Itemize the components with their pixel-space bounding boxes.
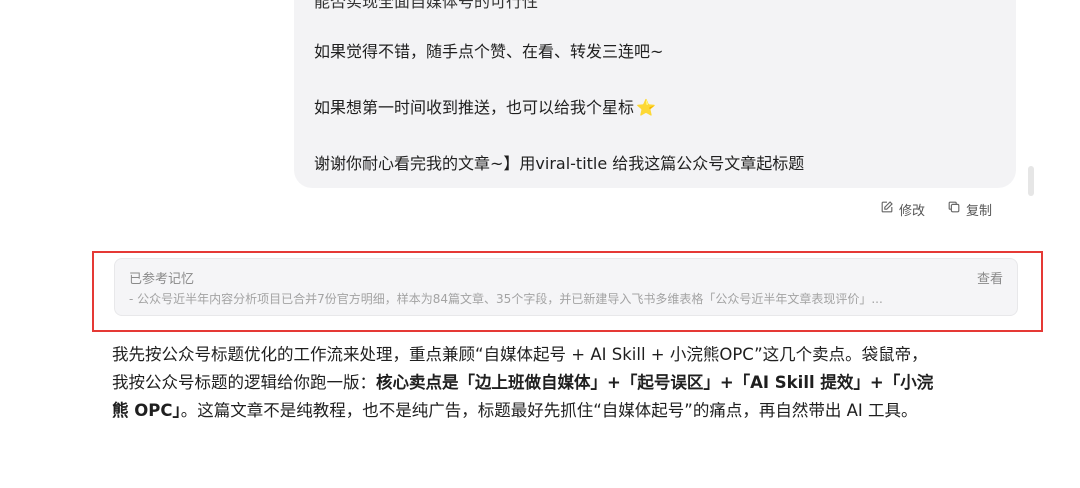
answer-line-2: 我按公众号标题的逻辑给你跑一版：核心卖点是「边上班做自媒体」+「起号误区」+「A…: [112, 369, 1012, 397]
user-message-line-2-text: 如果想第一时间收到推送，也可以给我个星标: [314, 98, 635, 117]
answer-line-3-rest: 。这篇文章不是纯教程，也不是纯广告，标题最好先抓住“自媒体起号”的痛点，再自然带…: [180, 401, 918, 420]
answer-line-1: 我先按公众号标题优化的工作流来处理，重点兼顾“自媒体起号 + AI Skill …: [112, 345, 928, 364]
assistant-answer: 我先按公众号标题优化的工作流来处理，重点兼顾“自媒体起号 + AI Skill …: [112, 341, 1012, 425]
message-actions: 修改 复制: [880, 199, 992, 219]
user-message-bubble: 能否实现全面自媒体号的可行性 如果觉得不错，随手点个赞、在看、转发三连吧~ 如果…: [294, 0, 1016, 188]
answer-line-3: 熊 OPC」。这篇文章不是纯教程，也不是纯广告，标题最好先抓住“自媒体起号”的痛…: [112, 397, 1012, 425]
answer-line-2-bold: 核心卖点是「边上班做自媒体」+「起号误区」+「AI Skill 提效」+「小浣: [376, 373, 934, 392]
copy-button[interactable]: 复制: [947, 200, 992, 219]
user-message-cut-line: 能否实现全面自媒体号的可行性: [314, 0, 539, 11]
highlight-frame: [92, 251, 1043, 332]
user-message-line-1: 如果觉得不错，随手点个赞、在看、转发三连吧~: [314, 42, 664, 61]
answer-line-2-prefix: 我按公众号标题的逻辑给你跑一版：: [112, 373, 376, 392]
user-message-line-3: 谢谢你耐心看完我的文章~】用viral-title 给我这篇公众号文章起标题: [314, 154, 805, 173]
edit-label: 修改: [899, 203, 926, 219]
copy-icon: [947, 200, 961, 218]
star-icon: ⭐: [636, 98, 656, 117]
user-message-line-2: 如果想第一时间收到推送，也可以给我个星标 ⭐: [314, 97, 656, 119]
edit-icon: [880, 200, 894, 218]
answer-line-3-bold: 熊 OPC」: [112, 401, 181, 420]
copy-label: 复制: [966, 203, 993, 219]
scrollbar-thumb[interactable]: [1028, 166, 1034, 196]
edit-button[interactable]: 修改: [880, 200, 925, 219]
